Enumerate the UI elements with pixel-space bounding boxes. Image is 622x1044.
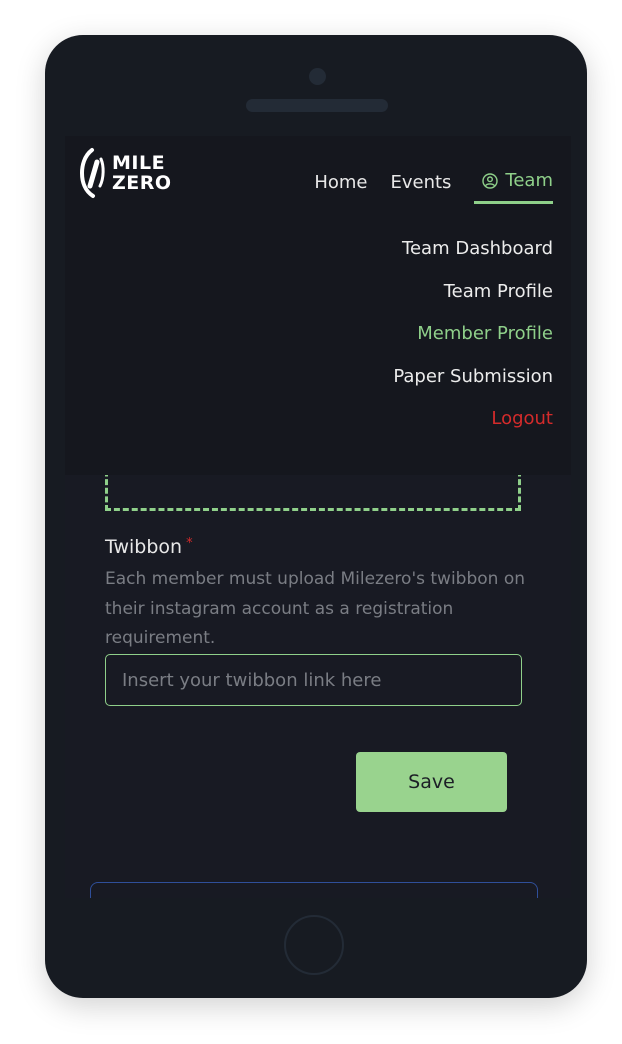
main-nav: Home Events Team [291, 160, 553, 204]
brand-logo[interactable]: MILE ZERO [80, 146, 172, 199]
menu-item-member-profile[interactable]: Member Profile [393, 319, 553, 362]
menu-item-logout[interactable]: Logout [393, 404, 553, 447]
menu-item-paper-submission[interactable]: Paper Submission [393, 362, 553, 405]
menu-item-team-dashboard[interactable]: Team Dashboard [393, 234, 553, 277]
nav-team-label: Team [505, 170, 553, 191]
speaker-slot [246, 99, 388, 112]
twibbon-link-input[interactable] [105, 654, 522, 706]
team-dropdown-menu: Team Dashboard Team Profile Member Profi… [393, 234, 553, 447]
menu-item-team-profile[interactable]: Team Profile [393, 277, 553, 320]
nav-events[interactable]: Events [390, 172, 451, 193]
brand-line-1: MILE [112, 151, 166, 174]
brand-line-2: ZERO [112, 171, 172, 194]
required-marker: * [186, 536, 193, 551]
nav-team[interactable]: Team [474, 170, 553, 204]
milezero-logo-icon [80, 148, 105, 198]
camera-dot [309, 68, 326, 85]
home-button [284, 915, 344, 975]
twibbon-label-text: Twibbon [105, 536, 183, 558]
app-screen: MILE ZERO Home Events Team Team Dashboar… [65, 136, 571, 898]
brand-wordmark: MILE ZERO [112, 153, 172, 193]
twibbon-help-text: Each member must upload Milezero's twibb… [105, 569, 526, 648]
twibbon-label: Twibbon * [105, 536, 193, 558]
user-circle-icon [482, 172, 499, 189]
next-section-card [90, 882, 538, 898]
nav-home[interactable]: Home [314, 172, 367, 193]
navbar: MILE ZERO Home Events Team Team Dashboar… [65, 136, 571, 475]
phone-frame: MILE ZERO Home Events Team Team Dashboar… [45, 35, 587, 998]
save-button[interactable]: Save [356, 752, 507, 812]
